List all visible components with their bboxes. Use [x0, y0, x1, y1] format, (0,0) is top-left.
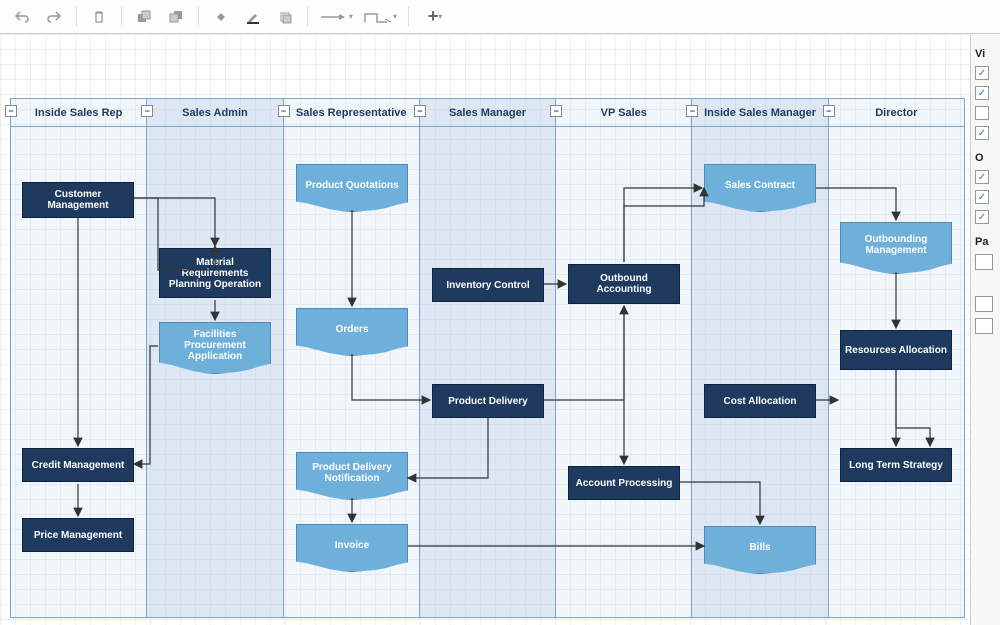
separator — [121, 7, 122, 27]
lane-header[interactable]: − Sales Manager — [420, 99, 555, 127]
node-orders[interactable]: Orders — [296, 308, 408, 356]
collapse-icon[interactable]: − — [550, 105, 562, 117]
lane-header[interactable]: − Sales Representative — [284, 99, 419, 127]
swimlanes: − Inside Sales Rep − Sales Admin − Sales… — [10, 98, 965, 618]
paper-size-select[interactable] — [975, 254, 993, 270]
collapse-icon[interactable]: − — [278, 105, 290, 117]
node-mrp[interactable]: Material Requirements Planning Operation — [159, 248, 271, 298]
waypoint-style-button[interactable]: ▾ — [360, 4, 400, 30]
node-account-processing[interactable]: Account Processing — [568, 466, 680, 500]
checkbox[interactable]: ✓ — [975, 66, 989, 80]
line-color-button[interactable] — [239, 4, 267, 30]
separator — [408, 7, 409, 27]
checkbox[interactable] — [975, 106, 989, 120]
collapse-icon[interactable]: − — [5, 105, 17, 117]
lane-header[interactable]: − VP Sales — [556, 99, 691, 127]
checkbox[interactable]: ✓ — [975, 210, 989, 224]
section-options-label: O — [975, 152, 996, 164]
shadow-button[interactable] — [271, 4, 299, 30]
node-credit-management[interactable]: Credit Management — [22, 448, 134, 482]
collapse-icon[interactable]: − — [823, 105, 835, 117]
lane-header[interactable]: − Director — [829, 99, 964, 127]
lane-title: Inside Sales Rep — [35, 107, 122, 119]
lane-header[interactable]: − Inside Sales Rep — [11, 99, 146, 127]
lane-title: VP Sales — [601, 107, 647, 119]
collapse-icon[interactable]: − — [141, 105, 153, 117]
separator — [307, 7, 308, 27]
format-panel: Vi ✓ ✓ ✓ O ✓ ✓ ✓ Pa — [970, 34, 1000, 625]
node-product-delivery-notification[interactable]: Product Delivery Notification — [296, 452, 408, 500]
lane-sales-manager[interactable]: − Sales Manager — [420, 99, 556, 617]
workspace: − Inside Sales Rep − Sales Admin − Sales… — [0, 34, 1000, 625]
node-bills[interactable]: Bills — [704, 526, 816, 574]
lane-title: Sales Representative — [296, 107, 407, 119]
checkbox[interactable]: ✓ — [975, 170, 989, 184]
checkbox[interactable]: ✓ — [975, 190, 989, 204]
delete-button[interactable] — [85, 4, 113, 30]
connection-style-button[interactable]: ▾ — [316, 4, 356, 30]
node-long-term-strategy[interactable]: Long Term Strategy — [840, 448, 952, 482]
lane-title: Sales Admin — [182, 107, 248, 119]
field[interactable] — [975, 296, 993, 312]
node-invoice[interactable]: Invoice — [296, 524, 408, 572]
checkbox[interactable]: ✓ — [975, 126, 989, 140]
node-cost-allocation[interactable]: Cost Allocation — [704, 384, 816, 418]
section-view-label: Vi — [975, 48, 996, 60]
add-button[interactable]: + ▾ — [417, 4, 453, 30]
lane-header[interactable]: − Sales Admin — [147, 99, 282, 127]
lane-vp-sales[interactable]: − VP Sales — [556, 99, 692, 617]
section-paper-label: Pa — [975, 236, 996, 248]
node-price-management[interactable]: Price Management — [22, 518, 134, 552]
node-inventory-control[interactable]: Inventory Control — [432, 268, 544, 302]
lane-title: Inside Sales Manager — [704, 107, 816, 119]
node-customer-management[interactable]: Customer Management — [22, 182, 134, 218]
fill-color-button[interactable] — [207, 4, 235, 30]
undo-button[interactable] — [8, 4, 36, 30]
canvas[interactable]: − Inside Sales Rep − Sales Admin − Sales… — [0, 34, 970, 625]
lane-title: Sales Manager — [449, 107, 526, 119]
lane-header[interactable]: − Inside Sales Manager — [692, 99, 827, 127]
to-back-button[interactable] — [162, 4, 190, 30]
collapse-icon[interactable]: − — [414, 105, 426, 117]
toolbar: ▾ ▾ + ▾ — [0, 0, 1000, 34]
checkbox[interactable]: ✓ — [975, 86, 989, 100]
node-resources-allocation[interactable]: Resources Allocation — [840, 330, 952, 370]
collapse-icon[interactable]: − — [686, 105, 698, 117]
node-product-delivery[interactable]: Product Delivery — [432, 384, 544, 418]
lane-title: Director — [875, 107, 917, 119]
redo-button[interactable] — [40, 4, 68, 30]
separator — [198, 7, 199, 27]
node-outbound-accounting[interactable]: Outbound Accounting — [568, 264, 680, 304]
field[interactable] — [975, 318, 993, 334]
to-front-button[interactable] — [130, 4, 158, 30]
separator — [76, 7, 77, 27]
